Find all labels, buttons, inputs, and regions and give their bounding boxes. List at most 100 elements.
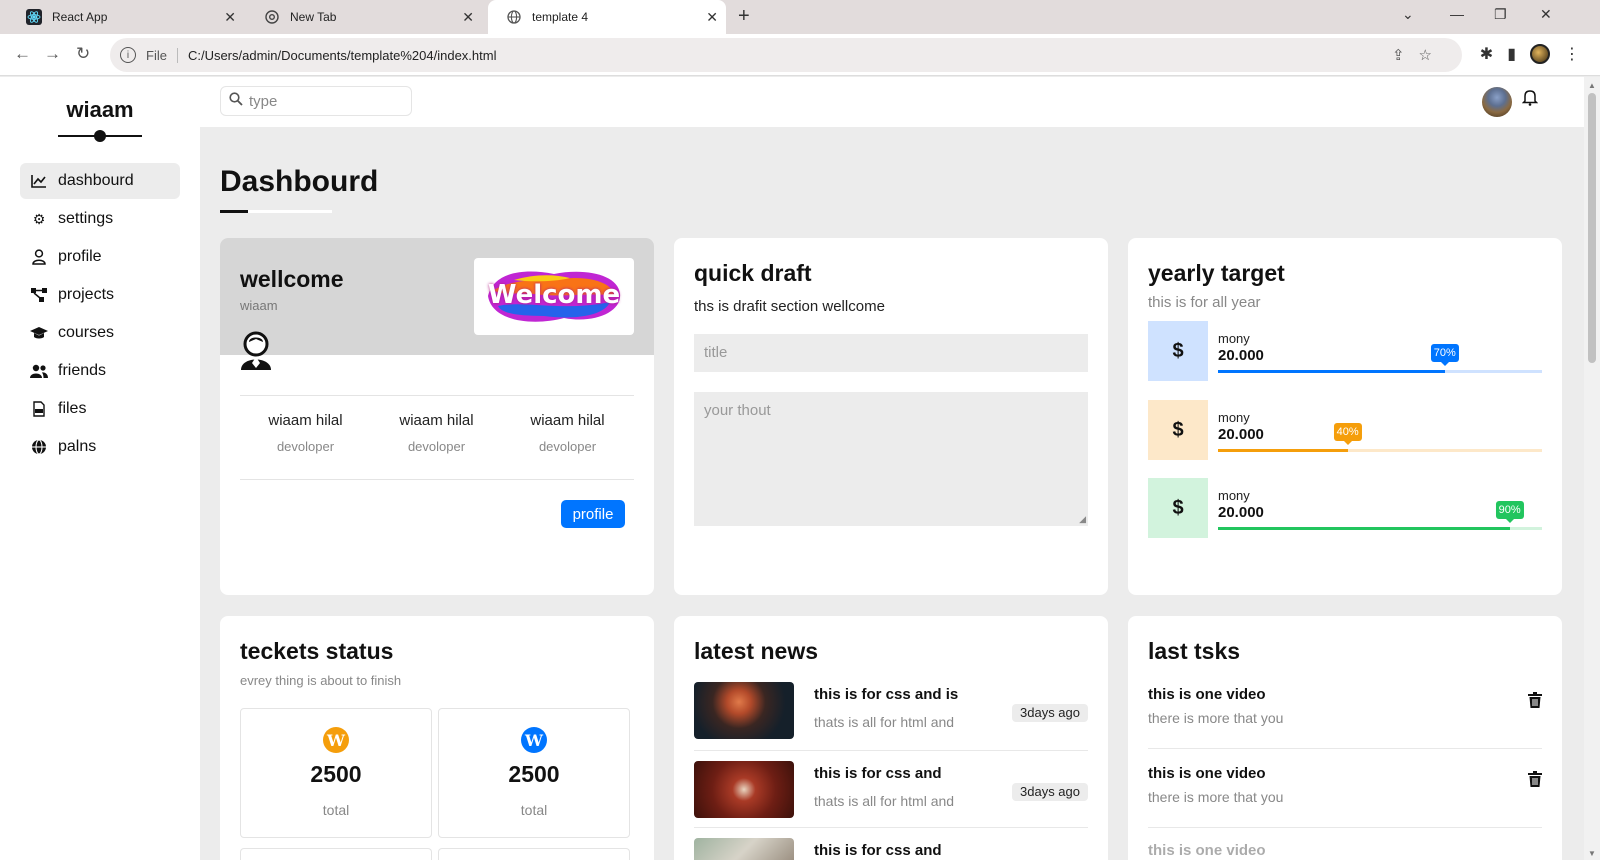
tab-title: template 4 bbox=[532, 10, 589, 24]
latest-news-card: latest news this is for css and is thats… bbox=[674, 616, 1108, 860]
member-name: wiaam hilal bbox=[399, 412, 474, 429]
task-item: this is one video there is more that you bbox=[1148, 761, 1542, 821]
ticket-stat-box: W 2500 total bbox=[438, 708, 630, 838]
sidebar-item-label: projects bbox=[58, 286, 115, 303]
reload-icon[interactable]: ↻ bbox=[76, 44, 90, 64]
welcome-title: wellcome bbox=[240, 266, 344, 292]
sidebar-item-courses[interactable]: courses bbox=[20, 315, 180, 351]
task-desc: there is more that you bbox=[1148, 789, 1284, 805]
close-icon[interactable]: ✕ bbox=[224, 9, 236, 26]
profile-button[interactable]: profile bbox=[561, 500, 625, 528]
side-panel-icon[interactable]: ▮ bbox=[1507, 44, 1516, 64]
news-item-desc: thats is all for html and bbox=[814, 793, 955, 809]
page-scrollbar[interactable]: ▲ ▼ bbox=[1584, 77, 1600, 860]
sidebar-item-label: dashbourd bbox=[58, 172, 134, 189]
target-row: $ mony 20.000 90% bbox=[1148, 478, 1542, 538]
resize-grip-icon[interactable]: ◢ bbox=[1079, 514, 1086, 525]
progress-percent-badge: 70% bbox=[1430, 344, 1459, 366]
gear-icon: ⚙ bbox=[32, 210, 46, 227]
news-item[interactable]: this is for css and is thats is all for … bbox=[694, 682, 1088, 742]
brand-logo: wiaam bbox=[66, 97, 134, 122]
welcome-image-text: Welcome bbox=[487, 279, 621, 310]
progress-track: 90% bbox=[1218, 501, 1542, 530]
diagram-icon bbox=[30, 288, 48, 302]
draft-title-input[interactable]: title bbox=[694, 334, 1088, 372]
sidebar-nav: dashbourd ⚙ settings profile projects co… bbox=[20, 163, 180, 467]
dollar-icon: $ bbox=[1148, 321, 1208, 381]
ticket-stat-box bbox=[240, 848, 432, 860]
tickets-title: teckets status bbox=[240, 638, 394, 664]
forward-arrow-icon[interactable]: → bbox=[44, 44, 61, 64]
close-icon[interactable]: ✕ bbox=[462, 9, 474, 26]
globe-icon bbox=[506, 9, 522, 25]
browser-tab-new-tab[interactable]: New Tab ✕ bbox=[246, 0, 482, 34]
sidebar-item-label: courses bbox=[58, 324, 115, 341]
sidebar-item-friends[interactable]: friends bbox=[20, 353, 180, 389]
sidebar-item-palns[interactable]: palns bbox=[20, 429, 180, 465]
sidebar-item-dashbourd[interactable]: dashbourd bbox=[20, 163, 180, 199]
ticket-label: total bbox=[322, 802, 350, 818]
scroll-up-arrow-icon[interactable]: ▲ bbox=[1588, 81, 1596, 90]
progress-fill bbox=[1218, 527, 1510, 530]
browser-tab-template-4[interactable]: template 4 ✕ bbox=[488, 0, 726, 34]
target-label: mony bbox=[1218, 331, 1250, 346]
close-icon[interactable]: ✕ bbox=[706, 9, 718, 26]
news-item-title: this is for css and is bbox=[814, 686, 959, 703]
sidebar-item-projects[interactable]: projects bbox=[20, 277, 180, 313]
draft-body-textarea[interactable]: your thout ◢ bbox=[694, 392, 1088, 526]
share-and-bookmark-icons[interactable]: ⇪☆ bbox=[1392, 46, 1446, 64]
sidebar-item-files[interactable]: files bbox=[20, 391, 180, 427]
welcome-image: Welcome bbox=[474, 258, 634, 335]
scroll-down-arrow-icon[interactable]: ▼ bbox=[1588, 849, 1596, 858]
news-item[interactable]: this is for css and thats is all for htm… bbox=[694, 761, 1088, 821]
sidebar-item-profile[interactable]: profile bbox=[20, 239, 180, 275]
trash-icon[interactable] bbox=[1528, 771, 1542, 787]
profile-avatar-icon[interactable] bbox=[1530, 44, 1550, 64]
progress-fill bbox=[1218, 449, 1348, 452]
task-title: this is one video bbox=[1148, 686, 1266, 703]
user-icon bbox=[30, 249, 48, 265]
member-info: wiaam hilal devoloper bbox=[240, 412, 371, 454]
new-tab-plus-icon[interactable]: + bbox=[738, 5, 750, 28]
window-close-icon[interactable]: ✕ bbox=[1540, 6, 1552, 23]
back-arrow-icon[interactable]: ← bbox=[14, 44, 31, 64]
tab-search-chevron-icon[interactable]: ⌄ bbox=[1402, 6, 1414, 23]
member-name: wiaam hilal bbox=[268, 412, 343, 429]
task-item: this is one video there is more that you bbox=[1148, 682, 1542, 742]
draft-body-placeholder: your thout bbox=[704, 402, 771, 419]
sidebar-item-settings[interactable]: ⚙ settings bbox=[20, 201, 180, 237]
ticket-label: total bbox=[520, 802, 548, 818]
minimize-icon[interactable]: — bbox=[1450, 6, 1464, 22]
dollar-icon: $ bbox=[1148, 478, 1208, 538]
target-label: mony bbox=[1218, 488, 1250, 503]
target-value: 20.000 bbox=[1218, 347, 1264, 364]
kebab-menu-icon[interactable]: ⋮ bbox=[1564, 44, 1580, 64]
trash-icon[interactable] bbox=[1528, 692, 1542, 708]
topbar: type bbox=[200, 77, 1584, 127]
tickets-status-card: teckets status evrey thing is about to f… bbox=[220, 616, 654, 860]
search-placeholder: type bbox=[249, 92, 278, 110]
chart-line-icon bbox=[30, 174, 48, 188]
restore-icon[interactable]: ❐ bbox=[1494, 6, 1507, 23]
extensions-puzzle-icon[interactable]: ✱ bbox=[1480, 44, 1493, 64]
avatar[interactable] bbox=[1482, 87, 1512, 117]
address-bar[interactable]: i File C:/Users/admin/Documents/template… bbox=[110, 38, 1462, 72]
ticket-stat-box: W 2500 total bbox=[240, 708, 432, 838]
globe-icon bbox=[30, 439, 48, 455]
wordpress-icon: W bbox=[323, 727, 349, 753]
news-thumbnail bbox=[694, 761, 794, 818]
address-url[interactable]: C:/Users/admin/Documents/template%204/in… bbox=[188, 48, 497, 63]
draft-subtitle: ths is drafit section wellcome bbox=[694, 298, 885, 315]
info-icon[interactable]: i bbox=[120, 47, 136, 63]
news-item[interactable]: this is for css and bbox=[694, 838, 1088, 860]
scrollbar-thumb[interactable] bbox=[1588, 93, 1596, 363]
sidebar-item-label: profile bbox=[58, 248, 102, 265]
page-viewport: wiaam dashbourd ⚙ settings profile proje… bbox=[0, 77, 1584, 860]
progress-fill bbox=[1218, 370, 1445, 373]
browser-tab-react-app[interactable]: React App ✕ bbox=[8, 0, 244, 34]
progress-track: 40% bbox=[1218, 423, 1542, 452]
bell-icon[interactable] bbox=[1521, 89, 1539, 111]
search-input[interactable]: type bbox=[220, 86, 412, 116]
sidebar-item-label: files bbox=[58, 400, 87, 417]
sidebar: wiaam dashbourd ⚙ settings profile proje… bbox=[0, 77, 200, 860]
